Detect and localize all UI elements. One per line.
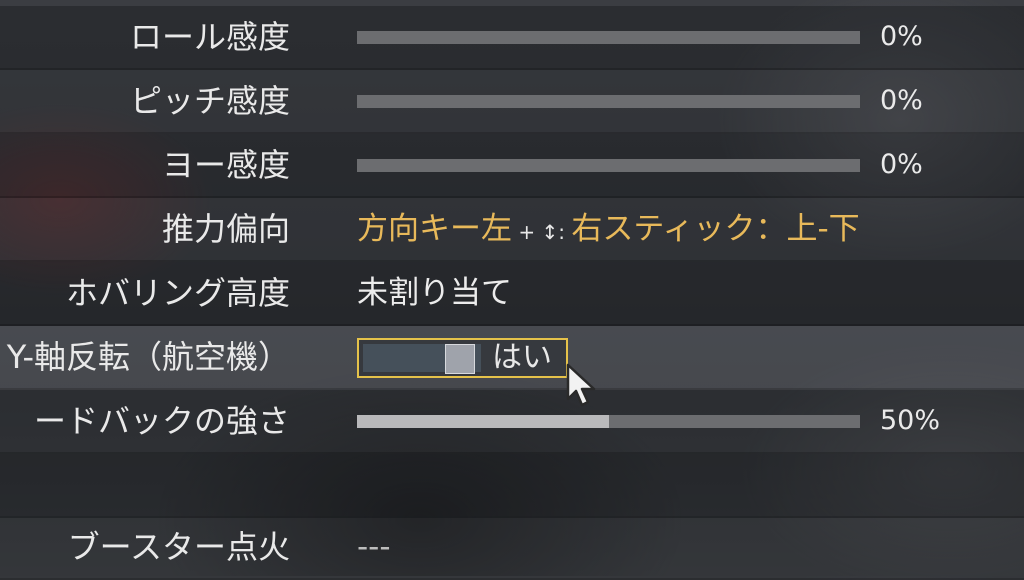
setting-row-invert-y-axis[interactable]: Y-軸反転（航空機） はい: [0, 326, 1024, 390]
slider-value: 0%: [880, 149, 923, 180]
setting-row-empty: [0, 454, 1024, 518]
settings-panel: ロール感度 0% ピッチ感度 0% ヨー感度 0% 推力偏向 方向キー左 + ↕…: [0, 0, 1024, 580]
setting-row-hover-altitude[interactable]: ホバリング高度 未割り当て: [0, 262, 1024, 326]
slider-value: 50%: [880, 405, 941, 436]
setting-label: ロール感度: [129, 18, 290, 56]
setting-label: 推力偏向: [161, 210, 290, 248]
setting-row-roll-sensitivity[interactable]: ロール感度 0%: [0, 6, 1024, 70]
key-binding[interactable]: ---: [357, 516, 391, 578]
setting-row-booster-ignition[interactable]: ブースター点火 ---: [0, 516, 1024, 580]
setting-label: ードバックの強さ: [33, 402, 290, 440]
pitch-sensitivity-slider[interactable]: [357, 95, 860, 108]
yaw-sensitivity-slider[interactable]: [357, 159, 860, 172]
binding-primary: 方向キー左: [357, 211, 512, 247]
setting-label: ブースター点火: [67, 528, 290, 566]
mouse-pointer-icon: [566, 363, 596, 407]
slider-fill: [357, 415, 609, 428]
setting-row-thrust-vectoring[interactable]: 推力偏向 方向キー左 + ↕: 右スティック：上-下: [0, 198, 1024, 262]
slider-value: 0%: [880, 85, 923, 116]
up-down-arrow-icon: + ↕:: [512, 220, 572, 244]
setting-label: ピッチ感度: [129, 82, 290, 120]
roll-sensitivity-slider[interactable]: [357, 31, 860, 44]
toggle-state: はい: [492, 340, 552, 375]
setting-row-pitch-sensitivity[interactable]: ピッチ感度 0%: [0, 70, 1024, 134]
setting-row-feedback-strength[interactable]: ードバックの強さ 50%: [0, 390, 1024, 454]
setting-row-yaw-sensitivity[interactable]: ヨー感度 0%: [0, 134, 1024, 198]
setting-label: Y-軸反転（航空機）: [6, 338, 290, 376]
key-binding[interactable]: 未割り当て: [357, 262, 512, 324]
feedback-strength-slider[interactable]: [357, 415, 860, 428]
toggle-knob[interactable]: [445, 344, 475, 374]
setting-label: ホバリング高度: [65, 274, 290, 312]
slider-value: 0%: [880, 21, 923, 52]
invert-y-toggle[interactable]: はい: [357, 338, 568, 378]
key-binding[interactable]: 方向キー左 + ↕: 右スティック：上-下: [357, 198, 860, 260]
binding-secondary: 右スティック：上-下: [571, 211, 860, 247]
setting-label: ヨー感度: [161, 146, 290, 184]
